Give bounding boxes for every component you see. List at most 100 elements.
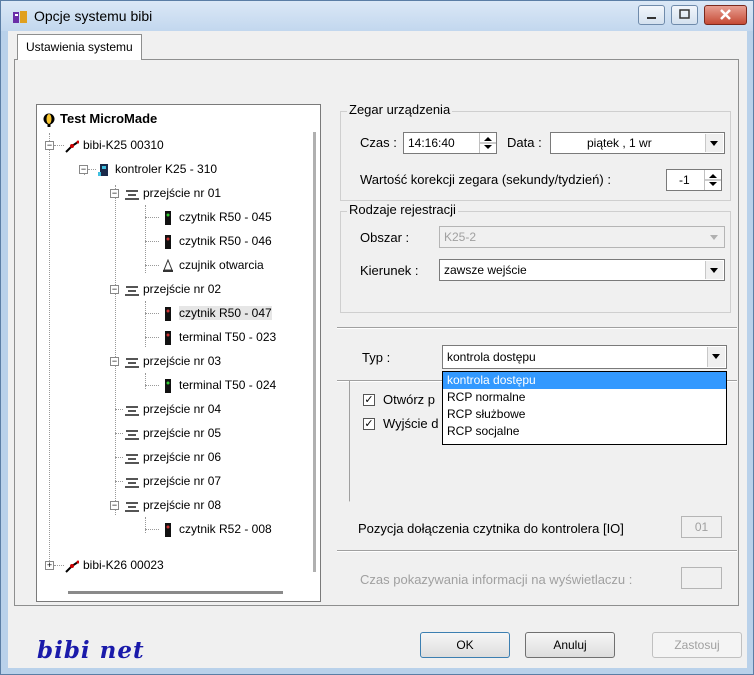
time-spinner[interactable] <box>479 133 496 153</box>
close-button[interactable] <box>704 5 747 25</box>
date-label: Data : <box>507 135 542 150</box>
tree-line <box>115 409 123 410</box>
tree-node-passage-04[interactable]: przejście nr 04 <box>125 401 221 417</box>
separator <box>349 381 350 502</box>
reader-icon <box>165 210 171 225</box>
correction-label: Wartość korekcji zegara (sekundy/tydzień… <box>360 172 611 187</box>
spin-arrows-icon <box>705 174 721 186</box>
type-option[interactable]: kontrola dostępu <box>443 372 726 389</box>
reader-icon <box>165 306 171 321</box>
clock-group-label: Zegar urządzenia <box>347 102 453 117</box>
tree-node-passage-07[interactable]: przejście nr 07 <box>125 473 221 489</box>
passage-icon <box>125 405 139 416</box>
options-window: Opcje systemu bibi Ustawienia systemu Te… <box>0 0 754 675</box>
date-dropdown-button[interactable] <box>705 134 723 152</box>
tree-line <box>145 517 146 533</box>
tree-node-bibi-k26[interactable]: bibi-K26 00023 <box>65 557 164 573</box>
tree-line <box>54 145 64 146</box>
minimize-button[interactable] <box>638 5 665 25</box>
exit-checkbox[interactable]: ✓ <box>363 418 375 430</box>
separator <box>337 327 737 329</box>
date-field[interactable]: piątek , 1 wr <box>550 132 725 154</box>
correction-field[interactable]: -1 <box>666 169 722 191</box>
area-dropdown[interactable]: K25-2 <box>439 226 725 248</box>
tree-root-label: Test MicroMade <box>60 111 158 126</box>
direction-dropdown[interactable]: zawsze wejście <box>439 259 725 281</box>
type-option[interactable]: RCP socjalne <box>443 423 726 440</box>
tree-line <box>145 241 159 242</box>
apply-button[interactable]: Zastosuj <box>652 632 742 658</box>
tree-expander[interactable]: + <box>45 561 54 570</box>
tree-line <box>115 185 116 515</box>
maximize-button[interactable] <box>671 5 698 25</box>
tree-node-terminal-023[interactable]: terminal T50 - 023 <box>161 329 276 345</box>
passage-icon <box>125 501 139 512</box>
tree-line <box>145 205 146 273</box>
correction-spinner[interactable] <box>704 170 721 190</box>
cancel-button[interactable]: Anuluj <box>525 632 615 658</box>
tree-expander[interactable]: − <box>110 285 119 294</box>
tree-line <box>145 337 159 338</box>
device-tree[interactable]: Test MicroMade − bibi-K25 00310 − kontro… <box>36 104 321 602</box>
tree-node-terminal-024[interactable]: terminal T50 - 024 <box>161 377 276 393</box>
passage-icon <box>125 189 139 200</box>
title-bar[interactable]: Opcje systemu bibi <box>1 1 753 31</box>
time-field[interactable]: 14:16:40 <box>403 132 497 154</box>
type-option[interactable]: RCP normalne <box>443 389 726 406</box>
tree-node-passage-03[interactable]: przejście nr 03 <box>125 353 221 369</box>
tree-expander[interactable]: − <box>45 141 54 150</box>
direction-label: Kierunek : <box>360 263 419 278</box>
tab-system-settings[interactable]: Ustawienia systemu <box>17 34 142 60</box>
tree-node-reader-045[interactable]: czytnik R50 - 045 <box>161 209 272 225</box>
display-time-label: Czas pokazywania informacji na wyświetla… <box>360 572 633 587</box>
tree-expander[interactable]: − <box>110 357 119 366</box>
globe-icon <box>43 113 55 127</box>
spin-arrows-icon <box>480 137 496 149</box>
tree-expander[interactable]: − <box>110 501 119 510</box>
tree-line <box>145 313 159 314</box>
tree-node-reader-046[interactable]: czytnik R50 - 046 <box>161 233 272 249</box>
open-checkbox-label: Otwórz p <box>383 392 436 407</box>
close-icon <box>720 9 731 20</box>
tree-expander[interactable]: − <box>110 189 119 198</box>
passage-icon <box>125 429 139 440</box>
ok-button[interactable]: OK <box>420 632 510 658</box>
tree-node-controller[interactable]: kontroler K25 - 310 <box>97 161 217 177</box>
tree-node-bibi-k25[interactable]: bibi-K25 00310 <box>65 137 164 153</box>
controller-icon <box>98 163 108 176</box>
direction-dropdown-button[interactable] <box>705 261 723 279</box>
tree-root[interactable]: Test MicroMade <box>42 111 157 127</box>
reader-position-field[interactable]: 01 <box>681 516 722 538</box>
registration-group-label: Rodzaje rejestracji <box>347 202 458 217</box>
tree-expander[interactable]: − <box>79 165 88 174</box>
type-dropdown-list[interactable]: kontrola dostępu RCP normalne RCP służbo… <box>442 371 727 445</box>
open-checkbox[interactable]: ✓ <box>363 394 375 406</box>
app-icon <box>13 11 27 23</box>
tree-horizontal-scrollbar[interactable] <box>68 591 283 594</box>
tree-line <box>54 565 64 566</box>
display-time-field[interactable] <box>681 567 722 589</box>
tree-line <box>115 481 123 482</box>
tree-node-passage-02[interactable]: przejście nr 02 <box>125 281 221 297</box>
tree-line <box>145 373 146 389</box>
time-label: Czas : <box>360 135 397 150</box>
type-dropdown-button[interactable] <box>707 347 725 367</box>
tree-line <box>88 169 96 170</box>
tree-line <box>145 265 159 266</box>
area-label: Obszar : <box>360 230 410 245</box>
tree-node-reader-047[interactable]: czytnik R50 - 047 <box>161 305 272 321</box>
tree-node-passage-05[interactable]: przejście nr 05 <box>125 425 221 441</box>
tree-line <box>145 301 146 347</box>
tree-node-reader-008[interactable]: czytnik R52 - 008 <box>161 521 272 537</box>
tree-vertical-scrollbar[interactable] <box>313 132 316 572</box>
tree-node-door-sensor[interactable]: czujnik otwarcia <box>161 257 264 273</box>
separator <box>337 550 737 552</box>
type-dropdown[interactable]: kontrola dostępu <box>442 345 727 369</box>
tree-node-passage-08[interactable]: przejście nr 08 <box>125 497 221 513</box>
network-node-icon <box>65 560 79 573</box>
type-option[interactable]: RCP służbowe <box>443 406 726 423</box>
tree-node-passage-01[interactable]: przejście nr 01 <box>125 185 221 201</box>
tree-node-passage-06[interactable]: przejście nr 06 <box>125 449 221 465</box>
exit-checkbox-label: Wyjście d <box>383 416 439 431</box>
area-dropdown-button[interactable] <box>706 228 723 246</box>
